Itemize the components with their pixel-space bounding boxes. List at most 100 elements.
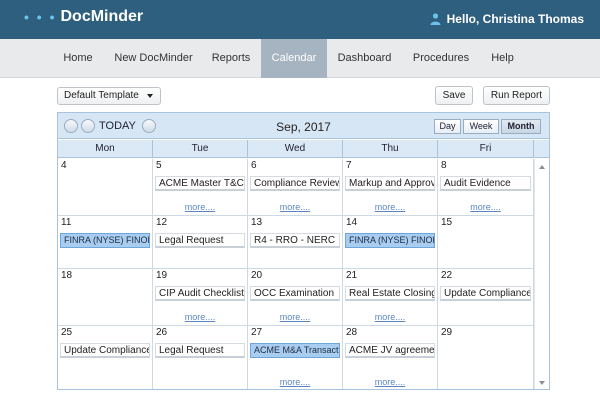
- calendar-day[interactable]: 22 Update Compliance: [438, 269, 534, 326]
- template-select[interactable]: Default Template: [57, 87, 161, 105]
- weekday-mon: Mon: [58, 140, 153, 158]
- day-number: 15: [441, 217, 453, 228]
- day-number: 19: [156, 270, 168, 281]
- more-link[interactable]: more....: [153, 202, 247, 212]
- main-nav: Home New DocMinder Reports Calendar Dash…: [0, 39, 600, 78]
- calendar-event[interactable]: FINRA (NYSE) FINOP: [345, 233, 435, 248]
- more-link[interactable]: more....: [343, 312, 437, 322]
- calendar-event[interactable]: ACME M&A Transaction: [250, 343, 340, 358]
- day-number: 7: [346, 160, 352, 171]
- weekday-tue: Tue: [153, 140, 248, 158]
- view-month-button[interactable]: Month: [501, 119, 541, 134]
- nav-home[interactable]: Home: [50, 39, 106, 78]
- day-number: 13: [251, 217, 263, 228]
- nav-new-docminder[interactable]: New DocMinder: [106, 39, 201, 78]
- day-number: 5: [156, 160, 162, 171]
- nav-calendar[interactable]: Calendar: [261, 39, 327, 78]
- calendar-event[interactable]: Legal Request: [155, 343, 245, 358]
- scroll-up-icon[interactable]: [539, 165, 545, 169]
- calendar-event[interactable]: Update Compliance: [440, 286, 531, 301]
- calendar-grid: 4 5 ACME Master T&C more.... 6 Compliance Rev…: [58, 159, 534, 389]
- calendar-day[interactable]: 21 Real Estate Closing more....: [343, 269, 438, 326]
- template-select-value: Default Template: [64, 90, 139, 101]
- day-number: 12: [156, 217, 168, 228]
- day-number: 18: [61, 270, 73, 281]
- top-bar: • • • DocMinder Hello, Christina Thomas: [0, 0, 600, 39]
- more-link[interactable]: more....: [153, 312, 247, 322]
- calendar-event[interactable]: Update Compliance: [60, 343, 150, 358]
- day-number: 4: [61, 160, 67, 171]
- app-logo[interactable]: • • • DocMinder: [24, 8, 143, 26]
- calendar-event[interactable]: CIP Audit Checklist: [155, 286, 245, 301]
- calendar-day[interactable]: 7 Markup and Approval more....: [343, 159, 438, 216]
- calendar-event[interactable]: ACME Master T&C: [155, 176, 245, 191]
- calendar-event[interactable]: FINRA (NYSE) FINOP: [60, 233, 150, 248]
- nav-help[interactable]: Help: [480, 39, 525, 78]
- day-number: 26: [156, 327, 168, 338]
- day-number: 8: [441, 160, 447, 171]
- calendar-day[interactable]: 25 Update Compliance: [58, 326, 153, 389]
- more-link[interactable]: more....: [248, 377, 342, 387]
- calendar-event[interactable]: OCC Examination: [250, 286, 340, 301]
- calendar-event[interactable]: Audit Evidence: [440, 176, 531, 191]
- weekday-wed: Wed: [248, 140, 343, 158]
- calendar-day[interactable]: 26 Legal Request: [153, 326, 248, 389]
- calendar-day[interactable]: 20 OCC Examination more....: [248, 269, 343, 326]
- more-link[interactable]: more....: [438, 202, 533, 212]
- scroll-down-icon[interactable]: [539, 381, 545, 385]
- weekday-header: Mon Tue Wed Thu Fri: [58, 140, 549, 158]
- day-number: 21: [346, 270, 358, 281]
- calendar-scrollbar[interactable]: [534, 159, 549, 389]
- calendar-event[interactable]: Legal Request: [155, 233, 245, 248]
- day-number: 6: [251, 160, 257, 171]
- weekday-thu: Thu: [343, 140, 438, 158]
- calendar-day[interactable]: 27 ACME M&A Transaction more....: [248, 326, 343, 389]
- calendar-day[interactable]: 29: [438, 326, 534, 389]
- calendar-day[interactable]: 15: [438, 216, 534, 269]
- more-link[interactable]: more....: [248, 202, 342, 212]
- nav-dashboard[interactable]: Dashboard: [327, 39, 402, 78]
- calendar-event[interactable]: R4 - RRO - NERC: [250, 233, 340, 248]
- nav-procedures[interactable]: Procedures: [402, 39, 480, 78]
- view-week-button[interactable]: Week: [463, 119, 499, 134]
- day-number: 14: [346, 217, 358, 228]
- day-number: 11: [61, 217, 72, 228]
- day-number: 25: [61, 327, 73, 338]
- view-day-button[interactable]: Day: [434, 119, 461, 134]
- calendar-day[interactable]: 14 FINRA (NYSE) FINOP: [343, 216, 438, 269]
- more-link[interactable]: more....: [343, 377, 437, 387]
- calendar-day[interactable]: 28 ACME JV agreement more....: [343, 326, 438, 389]
- calendar-event[interactable]: Markup and Approval: [345, 176, 435, 191]
- calendar-day[interactable]: 12 Legal Request: [153, 216, 248, 269]
- calendar-day[interactable]: 19 CIP Audit Checklist more....: [153, 269, 248, 326]
- user-greeting: Hello, Christina Thomas: [446, 12, 584, 26]
- app-name: DocMinder: [60, 8, 144, 25]
- calendar-day[interactable]: 5 ACME Master T&C more....: [153, 159, 248, 216]
- run-report-button[interactable]: Run Report: [483, 86, 550, 105]
- calendar: TODAY Sep, 2017 Day Week Month Mon Tue W…: [57, 112, 550, 390]
- calendar-day[interactable]: 13 R4 - RRO - NERC: [248, 216, 343, 269]
- more-link[interactable]: more....: [248, 312, 342, 322]
- save-button[interactable]: Save: [435, 86, 473, 105]
- calendar-event[interactable]: Compliance Review: [250, 176, 340, 191]
- more-link[interactable]: more....: [343, 202, 437, 212]
- calendar-event[interactable]: ACME JV agreement: [345, 343, 435, 358]
- calendar-event[interactable]: Real Estate Closing: [345, 286, 435, 301]
- day-number: 22: [441, 270, 453, 281]
- user-icon: [430, 13, 441, 25]
- nav-reports[interactable]: Reports: [201, 39, 261, 78]
- weekday-fri: Fri: [438, 140, 534, 158]
- user-menu[interactable]: Hello, Christina Thomas: [430, 12, 584, 26]
- day-number: 28: [346, 327, 358, 338]
- calendar-day[interactable]: 18: [58, 269, 153, 326]
- chevron-down-icon: [147, 94, 153, 98]
- day-number: 27: [251, 327, 263, 338]
- day-number: 29: [441, 327, 453, 338]
- calendar-day[interactable]: 8 Audit Evidence more....: [438, 159, 534, 216]
- calendar-day[interactable]: 4: [58, 159, 153, 216]
- calendar-day[interactable]: 11 FINRA (NYSE) FINOP: [58, 216, 153, 269]
- day-number: 20: [251, 270, 263, 281]
- logo-dots: • • •: [24, 9, 57, 25]
- calendar-day[interactable]: 6 Compliance Review more....: [248, 159, 343, 216]
- calendar-header: TODAY Sep, 2017 Day Week Month: [58, 113, 549, 139]
